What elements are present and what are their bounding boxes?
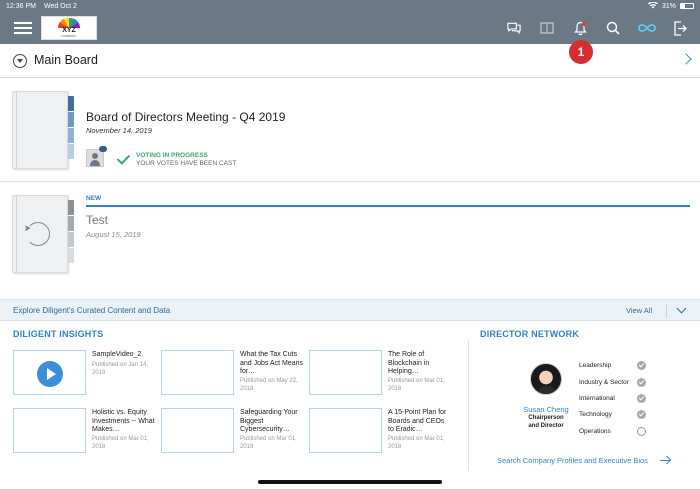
chat-icon[interactable] [506, 20, 522, 36]
insight-title[interactable]: The Role of Blockchain in Helping… [388, 351, 452, 377]
meeting-date: November 14, 2019 [86, 126, 152, 135]
role-label: Technology [579, 411, 612, 418]
insight-card[interactable]: A 15-Point Plan for Boards and CEOs to E… [309, 408, 451, 454]
insight-card[interactable]: Safeguarding Your Biggest Cybersecurity…… [161, 408, 303, 454]
role-row-international: International [579, 394, 651, 404]
director-role-line1: Chairperson [528, 415, 564, 421]
search-icon[interactable] [605, 20, 621, 36]
play-icon[interactable] [37, 361, 63, 387]
check-circle-icon [637, 394, 646, 403]
role-label: Leadership [579, 362, 612, 369]
chevron-right-icon[interactable] [680, 53, 692, 65]
view-all-link[interactable]: View All [626, 306, 652, 315]
home-indicator[interactable] [258, 480, 442, 484]
section-separator [468, 340, 469, 470]
insight-card[interactable]: The Role of Blockchain in Helping… Publi… [309, 350, 451, 396]
director-role: Chairperson and Director [516, 415, 576, 430]
voting-user-icon[interactable] [86, 146, 107, 167]
status-date: Wed Oct 2 [43, 2, 77, 10]
infinity-icon[interactable] [636, 20, 658, 36]
explore-separator [666, 304, 667, 318]
wifi-icon [647, 0, 658, 11]
insight-title[interactable]: Holistic vs. Equity Investments -- What … [92, 409, 156, 435]
role-row-technology: Technology [579, 410, 651, 420]
role-label: Industry & Sector [579, 379, 629, 386]
search-profiles-link[interactable]: Search Company Profiles and Executive Bi… [497, 456, 648, 465]
check-circle-icon [637, 410, 646, 419]
insight-thumbnail[interactable] [13, 350, 86, 395]
insight-title[interactable]: SampleVideo_2 [92, 351, 156, 360]
new-divider [86, 205, 690, 207]
insight-title[interactable]: What the Tax Cuts and Jobs Act Means for… [240, 351, 304, 377]
meeting-date: August 15, 2019 [86, 230, 141, 239]
insight-card[interactable]: SampleVideo_2 Published on Jan 14, 2019 [13, 350, 155, 396]
bell-icon[interactable] [572, 20, 588, 36]
insight-title[interactable]: Safeguarding Your Biggest Cybersecurity… [240, 409, 304, 435]
insight-date: Published on Jan 14, 2019 [92, 362, 149, 376]
company-logo[interactable]: XYZ COMPANY [41, 16, 97, 40]
insight-title[interactable]: A 15-Point Plan for Boards and CEOs to E… [388, 409, 452, 435]
insights-title: DILIGENT INSIGHTS [13, 329, 104, 339]
insight-thumbnail[interactable] [309, 350, 382, 395]
avatar[interactable] [530, 363, 562, 395]
meeting-title[interactable]: Board of Directors Meeting - Q4 2019 [86, 110, 285, 124]
insight-thumbnail[interactable] [161, 408, 234, 453]
status-time: 12:36 PM [6, 2, 36, 10]
insight-thumbnail[interactable] [309, 408, 382, 453]
meeting-title[interactable]: Test [86, 213, 108, 227]
empty-circle-icon [637, 427, 646, 436]
menu-icon[interactable] [14, 22, 32, 34]
role-row-operations: Operations [579, 427, 651, 437]
insight-thumbnail[interactable] [161, 350, 234, 395]
battery-icon [680, 3, 694, 9]
new-badge: NEW [86, 195, 102, 202]
insight-card[interactable]: Holistic vs. Equity Investments -- What … [13, 408, 155, 454]
arrow-right-icon[interactable] [660, 460, 670, 461]
status-right: 31% [647, 0, 694, 11]
meeting-card[interactable]: Board of Directors Meeting - Q4 2019 Nov… [0, 79, 700, 180]
director-name[interactable]: Susan Cheng [516, 405, 576, 414]
insight-date: Published on Mar 01, 2018 [92, 436, 149, 450]
check-circle-icon [637, 378, 646, 387]
explore-title: Explore Diligent's Curated Content and D… [13, 306, 171, 315]
logo-subtext: COMPANY [61, 34, 77, 38]
dropdown-circle-icon[interactable] [13, 54, 27, 68]
voting-status-sub: YOUR VOTES HAVE BEEN CAST [136, 160, 237, 167]
check-circle-icon [637, 361, 646, 370]
board-title: Main Board [34, 53, 98, 67]
role-label: International [579, 395, 615, 402]
book-icon[interactable] [539, 20, 555, 36]
role-row-leadership: Leadership [579, 361, 651, 371]
insight-date: Published on May 22, 2018 [240, 378, 298, 392]
insight-thumbnail[interactable] [13, 408, 86, 453]
role-label: Operations [579, 428, 611, 435]
status-bar: 12:36 PM Wed Oct 2 31% [0, 0, 700, 12]
director-network-title: DIRECTOR NETWORK [480, 329, 580, 339]
battery-percent: 31% [661, 2, 676, 10]
explore-bar: Explore Diligent's Curated Content and D… [0, 299, 700, 321]
insight-card[interactable]: What the Tax Cuts and Jobs Act Means for… [161, 350, 303, 396]
logo-text: XYZ [62, 27, 76, 34]
role-row-industry: Industry & Sector [579, 378, 651, 388]
insight-date: Published on Mar 01, 2018 [388, 436, 445, 450]
sync-icon [26, 222, 50, 246]
board-selector[interactable]: Main Board [0, 44, 700, 78]
divider [0, 181, 700, 182]
nav-bar: XYZ COMPANY [0, 12, 700, 44]
meeting-book-icon[interactable] [12, 91, 74, 169]
insight-date: Published on Mar 01, 2018 [388, 378, 445, 392]
director-role-line2: and Director [528, 422, 564, 429]
insight-date: Published on Mar 01, 2018 [240, 436, 297, 450]
voting-status: VOTING IN PROGRESS [136, 152, 208, 159]
logout-icon[interactable] [672, 20, 688, 36]
chevron-down-icon[interactable] [676, 303, 687, 314]
